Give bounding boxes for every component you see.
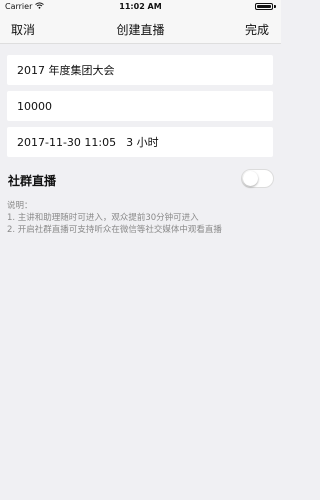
audience-count-field[interactable]: 10000: [7, 91, 273, 121]
datetime-field[interactable]: 2017-11-30 11:05 3 小时: [7, 127, 273, 157]
community-live-label: 社群直播: [8, 174, 57, 188]
status-time: 11:02 AM: [119, 2, 162, 11]
page-title: 创建直播: [116, 23, 165, 37]
create-live-screen: Carrier 11:02 AM 取消 创建直播 完成 2017 年度集团大会 …: [0, 0, 281, 500]
status-bar: Carrier 11:02 AM: [0, 0, 281, 14]
done-button[interactable]: 完成: [245, 21, 269, 38]
audience-count-value: 10000: [17, 99, 52, 113]
nav-bar: 取消 创建直播 完成: [0, 14, 281, 44]
community-live-toggle[interactable]: [241, 169, 274, 188]
instructions-line-2: 2. 开启社群直播可支持听众在微信等社交媒体中观看直播: [7, 225, 222, 235]
instructions-title: 说明：: [7, 201, 33, 211]
toggle-knob: [243, 171, 258, 186]
battery-icon: [255, 3, 276, 10]
duration-value: 3 小时: [126, 136, 159, 149]
live-name-field[interactable]: 2017 年度集团大会: [7, 55, 273, 85]
live-name-value: 2017 年度集团大会: [17, 64, 115, 77]
datetime-value: 2017-11-30 11:05: [17, 135, 117, 149]
instructions: 说明： 1. 主讲和助理随时可进入，观众提前30分钟可进入 2. 开启社群直播可…: [7, 200, 222, 236]
instructions-line-1: 1. 主讲和助理随时可进入，观众提前30分钟可进入: [7, 213, 199, 223]
